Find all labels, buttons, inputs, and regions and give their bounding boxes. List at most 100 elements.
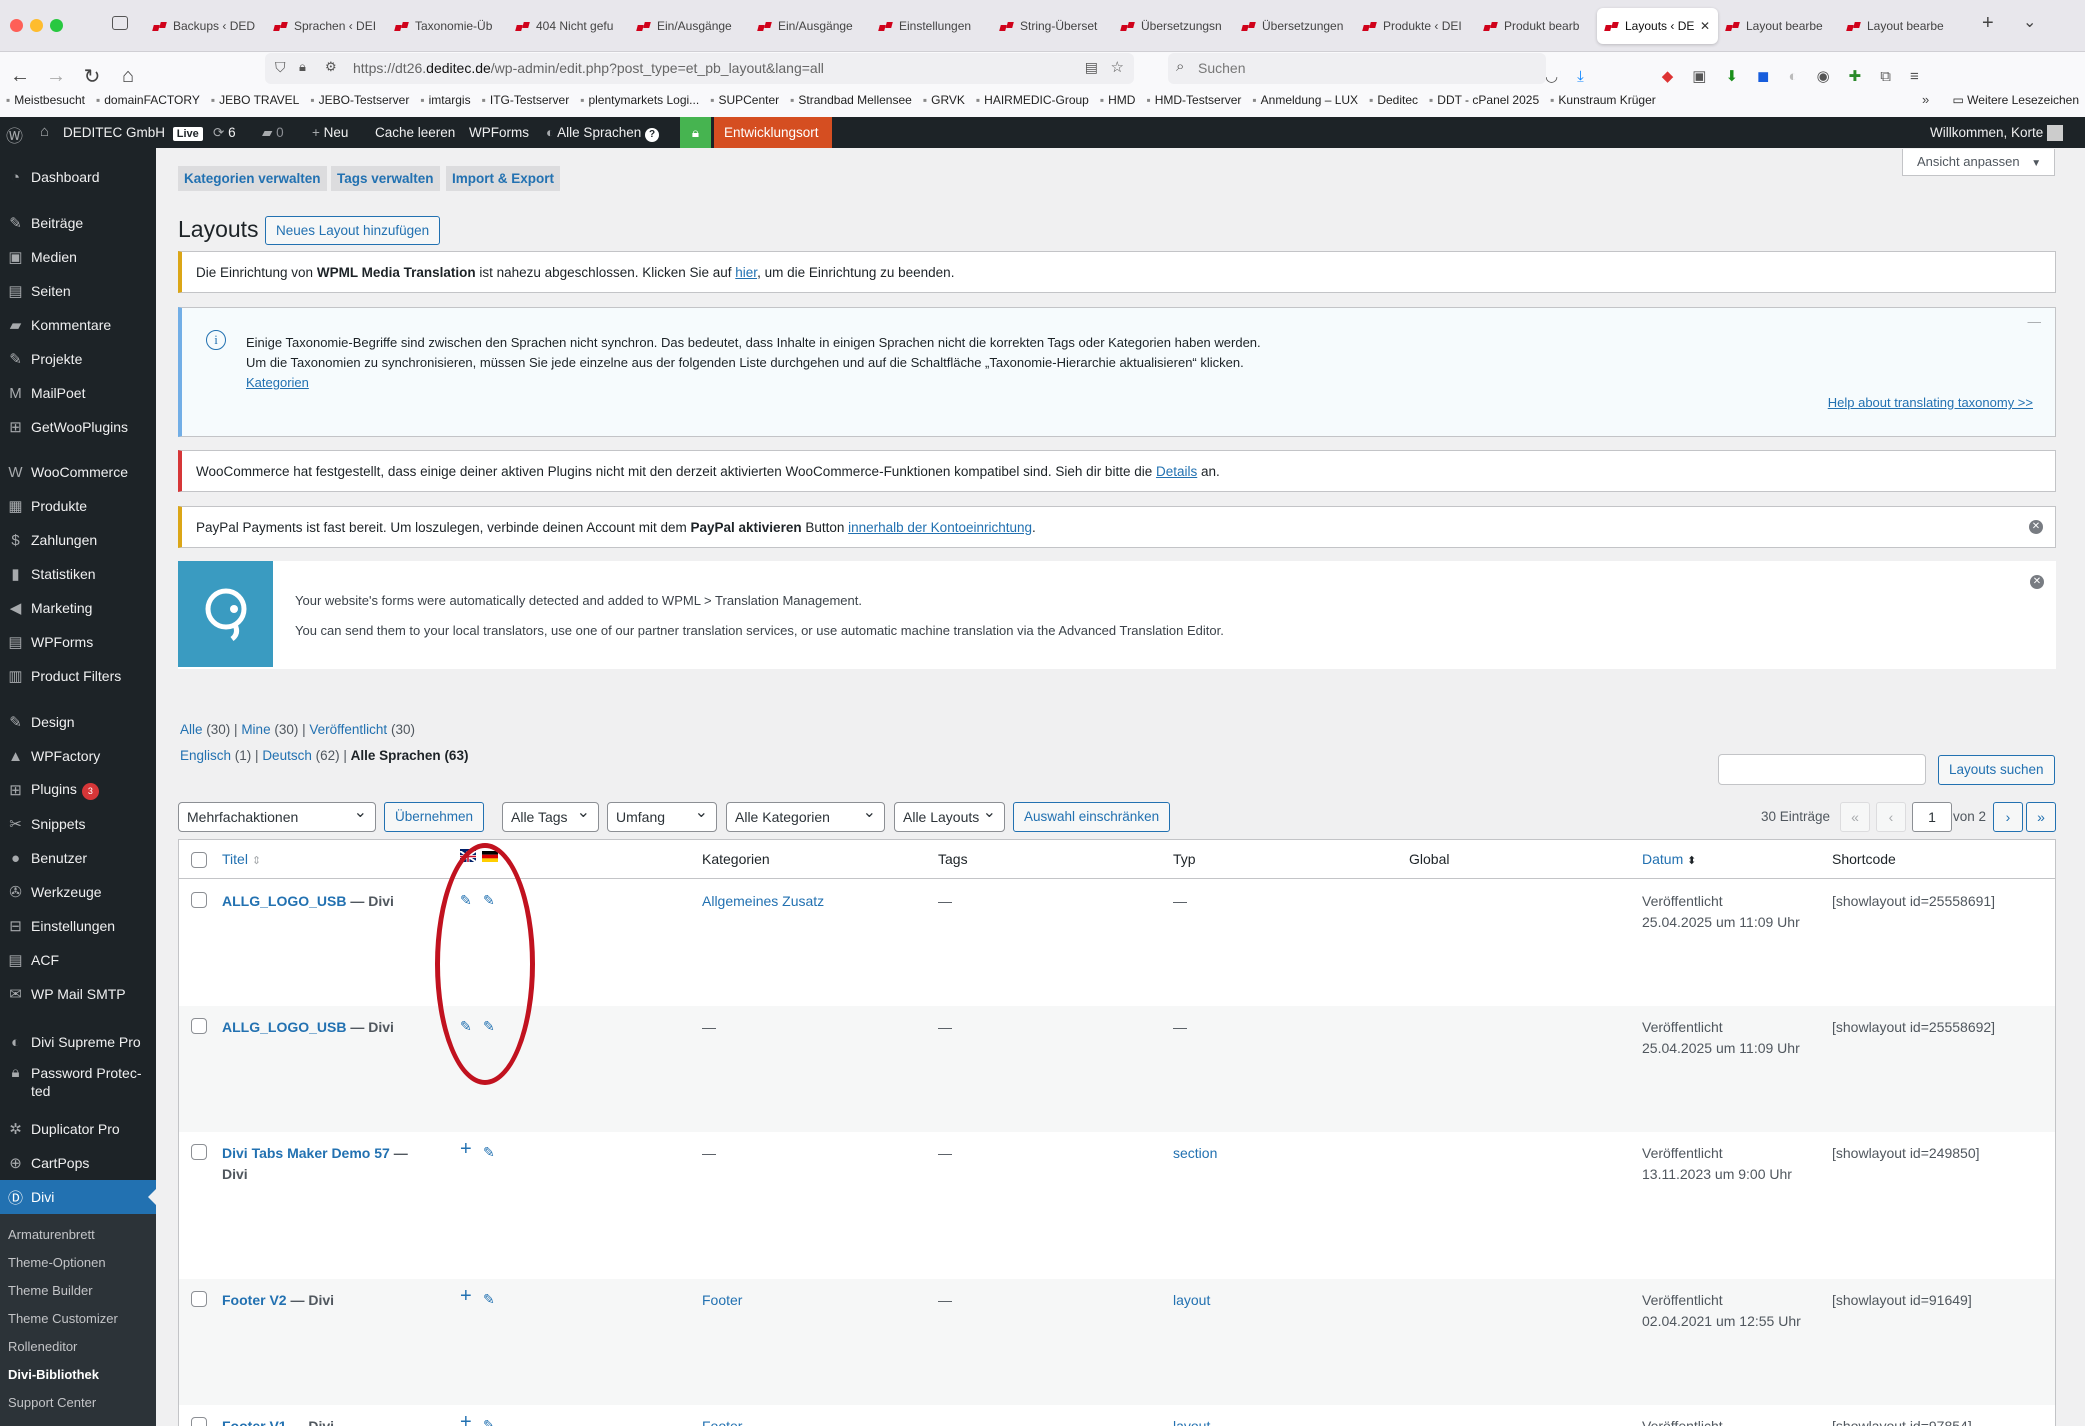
sidebar-item-snippets[interactable]: ✂ Snippets <box>0 807 156 841</box>
notice-link[interactable]: hier <box>735 265 757 280</box>
sidebar-item-password-protec[interactable]: 🔒︎ Password Protec-ted <box>0 1060 156 1106</box>
puzzle-icon[interactable]: ✚ <box>1849 67 1862 85</box>
categories-link[interactable]: Kategorien <box>246 375 309 390</box>
sidebar-item-projekte[interactable]: ✎ Projekte <box>0 342 156 376</box>
plus-icon[interactable]: + <box>460 1411 472 1426</box>
bookmark-item[interactable]: SUPCenter <box>710 93 779 107</box>
browser-tab[interactable]: Taxonomie-Üb <box>387 8 508 44</box>
reload-icon[interactable]: ↻ <box>78 62 106 90</box>
save-extension-icon[interactable]: ▣ <box>1692 67 1706 85</box>
bookmark-item[interactable]: Anmeldung – LUX <box>1252 93 1358 107</box>
menu-icon[interactable]: ≡ <box>1910 68 1919 85</box>
browser-tab[interactable]: Übersetzungen <box>1234 8 1355 44</box>
submenu-item[interactable]: Rolleneditor <box>8 1339 77 1354</box>
sidebar-item-woocommerce[interactable]: W WooCommerce <box>0 455 156 489</box>
updates-link[interactable]: ⟳ 6 <box>213 125 236 141</box>
browser-tab[interactable]: Übersetzungsn <box>1113 8 1234 44</box>
sidebar-item-produkte[interactable]: ▦ Produkte <box>0 489 156 523</box>
layouts-filter-select[interactable]: Alle Layouts <box>894 799 1005 832</box>
first-page-button[interactable]: « <box>1840 802 1870 832</box>
forward-arrow-icon[interactable]: → <box>42 62 70 90</box>
current-page-input[interactable]: 1 <box>1912 802 1952 832</box>
sidebar-item-benutzer[interactable]: ● Benutzer <box>0 841 156 875</box>
view-english[interactable]: Englisch (1) <box>180 748 251 763</box>
last-page-button[interactable]: » <box>2026 802 2056 832</box>
submenu-item[interactable]: Support Center <box>8 1395 96 1410</box>
sidebar-item-cartpops[interactable]: ⊕ CartPops <box>0 1146 156 1180</box>
submenu-item[interactable]: Theme-Optionen <box>8 1255 106 1270</box>
row-title-link[interactable]: Footer V1 <box>222 1418 287 1426</box>
bookmark-item[interactable]: ITG-Testserver <box>482 93 569 107</box>
dismiss-icon[interactable]: ✕ <box>2029 520 2043 534</box>
browser-tab[interactable]: String-Überset <box>992 8 1113 44</box>
download-icon[interactable]: ⤓ <box>1577 68 1584 85</box>
browser-tab[interactable]: Ein/Ausgänge <box>750 8 871 44</box>
browser-tab[interactable]: Sprachen ‹ DEI <box>266 8 387 44</box>
row-categories[interactable]: Allgemeines Zusatz <box>702 891 824 912</box>
screen-options-button[interactable]: Ansicht anpassen ▼ <box>1902 149 2055 176</box>
comments-link[interactable]: ▰ 0 <box>262 125 284 141</box>
prev-page-button[interactable]: ‹ <box>1876 802 1906 832</box>
site-name[interactable]: DEDITEC GmbH Live <box>63 125 203 141</box>
column-title[interactable]: Titel ⇕ <box>222 851 261 867</box>
extension-icon[interactable]: ◐ <box>1789 68 1798 85</box>
bookmark-item[interactable]: Deditec <box>1369 93 1418 107</box>
account-icon[interactable]: ◉ <box>1817 67 1830 85</box>
filter-button[interactable]: Auswahl einschränken <box>1013 802 1171 832</box>
reader-view-icon[interactable]: ▤ <box>1085 59 1098 76</box>
bulk-actions-select[interactable]: Mehrfachaktionen <box>178 799 376 832</box>
zoom-window-button[interactable] <box>50 19 63 32</box>
row-type[interactable]: section <box>1173 1143 1217 1164</box>
bookmark-item[interactable]: DDT - cPanel 2025 <box>1429 93 1539 107</box>
sidebar-item-acf[interactable]: ▤ ACF <box>0 943 156 977</box>
dismiss-icon[interactable]: ✕ <box>2030 575 2044 589</box>
pencil-icon[interactable]: ✎ <box>483 1291 495 1308</box>
search-layouts-button[interactable]: Layouts suchen <box>1938 755 2055 785</box>
sidebar-item-medien[interactable]: ▣ Medien <box>0 240 156 274</box>
bookmark-item[interactable]: HMD <box>1100 93 1135 107</box>
sidebar-item-wpfactory[interactable]: ▲ WPFactory <box>0 739 156 773</box>
browser-tab[interactable]: Produkt bearb <box>1476 8 1597 44</box>
tab-overview-icon[interactable] <box>112 16 128 30</box>
details-link[interactable]: Details <box>1156 464 1197 479</box>
browser-tab[interactable]: Layout bearbe <box>1718 8 1839 44</box>
pencil-icon[interactable]: ✎ <box>483 1018 495 1035</box>
browser-tab[interactable]: 404 Nicht gefu <box>508 8 629 44</box>
submenu-item[interactable]: Armaturenbrett <box>8 1227 95 1242</box>
shield-extension-icon[interactable]: ◆ <box>1662 67 1674 85</box>
clear-cache-link[interactable]: Cache leeren <box>375 125 455 140</box>
row-checkbox[interactable] <box>191 1018 207 1034</box>
browser-tab[interactable]: Ein/Ausgänge <box>629 8 750 44</box>
home-icon[interactable]: ⌂ <box>114 62 142 90</box>
bookmarks-overflow-icon[interactable]: » <box>1922 92 1929 107</box>
view-all[interactable]: Alle (30) <box>180 722 230 737</box>
pencil-icon[interactable]: ✎ <box>460 1018 472 1035</box>
browser-tab[interactable]: Layouts ‹ DE ✕ <box>1597 8 1718 44</box>
pencil-icon[interactable]: ✎ <box>483 1417 495 1426</box>
sidebar-item-wp-mail-smtp[interactable]: ✉ WP Mail SMTP <box>0 977 156 1011</box>
scope-filter-select[interactable]: Umfang <box>607 799 717 832</box>
browser-tab[interactable]: Layout bearbe <box>1839 8 1960 44</box>
sidebar-item-wpforms[interactable]: ▤ WPForms <box>0 625 156 659</box>
bookmark-item[interactable]: JEBO-Testserver <box>310 93 410 107</box>
submenu-item[interactable]: Theme Builder <box>8 1283 93 1298</box>
lock-icon[interactable]: 🔒︎ <box>680 117 711 148</box>
bitwarden-icon[interactable]: ◼ <box>1757 67 1769 85</box>
pencil-icon[interactable]: ✎ <box>483 1144 495 1161</box>
row-categories[interactable]: Footer <box>702 1290 742 1311</box>
bookmark-item[interactable]: Strandbad Mellensee <box>790 93 911 107</box>
bookmark-item[interactable]: Kunstraum Krüger <box>1550 93 1655 107</box>
pencil-icon[interactable]: ✎ <box>460 892 472 909</box>
submenu-item[interactable]: Theme Customizer <box>8 1311 118 1326</box>
next-page-button[interactable]: › <box>1993 802 2023 832</box>
tab-import-export[interactable]: Import & Export <box>446 166 561 191</box>
bookmark-item[interactable]: GRVK <box>923 93 965 107</box>
sidebar-item-werkzeuge[interactable]: ✇ Werkzeuge <box>0 875 156 909</box>
lock-icon[interactable]: 🔒︎ <box>299 59 306 75</box>
sidebar-item-seiten[interactable]: ▤ Seiten <box>0 274 156 308</box>
sidebar-item-mailpoet[interactable]: M MailPoet <box>0 376 156 410</box>
sidebar-item-getwooplugins[interactable]: ⊞ GetWooPlugins <box>0 410 156 444</box>
sidebar-item-divi[interactable]: Ⓓ Divi <box>0 1180 156 1214</box>
submenu-item[interactable]: Divi-Bibliothek <box>8 1367 99 1382</box>
environment-badge[interactable]: Entwicklungsort <box>714 117 832 148</box>
